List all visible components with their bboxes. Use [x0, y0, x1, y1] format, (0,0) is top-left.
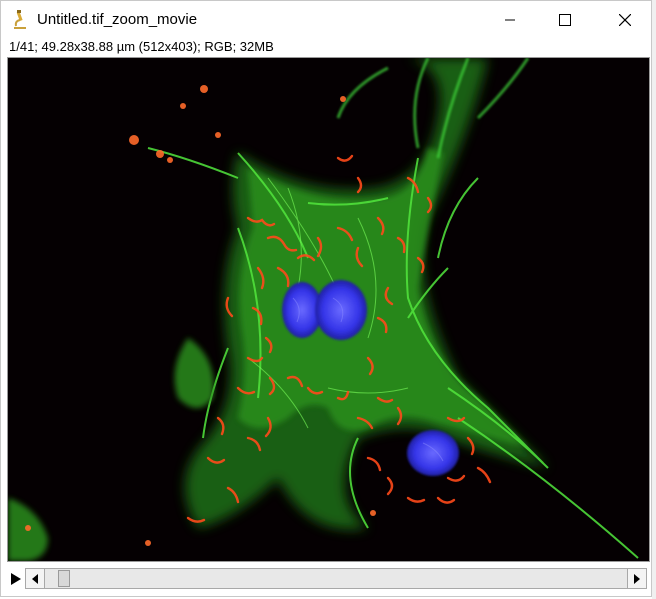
play-button[interactable]: [5, 569, 25, 589]
close-button[interactable]: [602, 1, 648, 39]
window-title: Untitled.tif_zoom_movie: [37, 11, 198, 28]
title-bar[interactable]: Untitled.tif_zoom_movie: [1, 1, 651, 39]
background-strip: [652, 0, 656, 599]
image-info-line: 1/41; 49.28x38.88 µm (512x403); RGB; 32M…: [9, 39, 274, 54]
play-icon: [11, 573, 21, 585]
arrow-right-icon: [634, 573, 640, 584]
stack-controls: [1, 565, 653, 593]
scroll-thumb[interactable]: [57, 570, 70, 587]
scroll-left-button[interactable]: [26, 569, 45, 588]
frame-scrollbar[interactable]: [25, 568, 647, 589]
arrow-left-icon: [32, 573, 38, 584]
image-canvas[interactable]: [7, 57, 650, 562]
maximize-icon: [559, 14, 571, 26]
scroll-right-button[interactable]: [627, 569, 646, 588]
image-window: Untitled.tif_zoom_movie 1/41; 49.28x38.8…: [0, 0, 652, 597]
maximize-button[interactable]: [542, 1, 588, 39]
minimize-icon: [505, 19, 515, 21]
fluorescence-cell-image: [8, 58, 649, 561]
close-icon: [619, 14, 631, 26]
microscope-icon: [11, 10, 29, 30]
minimize-button[interactable]: [487, 1, 533, 39]
